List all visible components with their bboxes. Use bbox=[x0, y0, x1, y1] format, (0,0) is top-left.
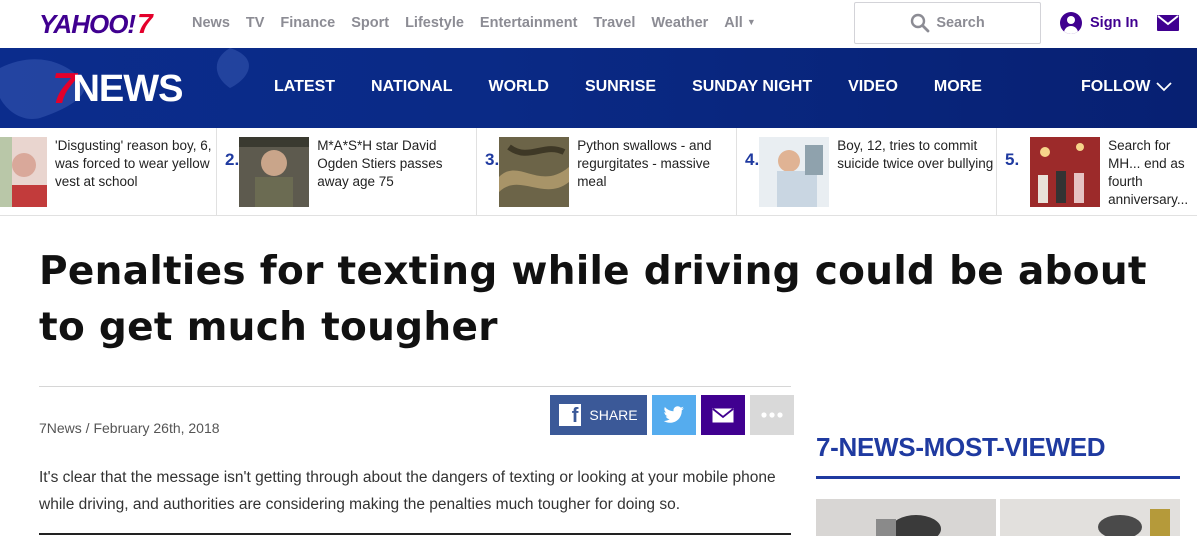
nav-sunday-night[interactable]: SUNDAY NIGHT bbox=[692, 78, 812, 96]
trending-rank: 3. bbox=[485, 150, 500, 169]
nav-latest[interactable]: LATEST bbox=[274, 78, 335, 96]
facebook-icon: f bbox=[559, 404, 582, 426]
trending-title: Boy, 12, tries to commit suicide twice o… bbox=[837, 138, 994, 171]
follow-menu[interactable]: FOLLOW bbox=[1081, 78, 1172, 96]
follow-label: FOLLOW bbox=[1081, 78, 1151, 95]
facebook-share-label: SHARE bbox=[589, 407, 638, 423]
divider bbox=[39, 386, 791, 387]
mail-icon bbox=[712, 407, 734, 422]
search-icon bbox=[911, 13, 930, 33]
yahoo-top-bar: YAHOO! 7 News TV Finance Sport Lifestyle… bbox=[0, 0, 1197, 48]
trending-title: M*A*S*H star David Ogden Stiers passes a… bbox=[317, 138, 443, 189]
trending-thumbnail bbox=[759, 137, 830, 207]
trending-rank: 4. bbox=[745, 150, 760, 169]
trending-title: Python swallows - and regurgitates - mas… bbox=[577, 138, 712, 189]
trending-thumbnail bbox=[1030, 137, 1101, 207]
yahoo-nav-lifestyle[interactable]: Lifestyle bbox=[405, 15, 464, 31]
more-share-button[interactable] bbox=[750, 395, 794, 435]
yahoo-logo-text: YAHOO! bbox=[39, 8, 136, 39]
yahoo-nav: News TV Finance Sport Lifestyle Entertai… bbox=[192, 15, 756, 31]
article-byline: 7News / February 26th, 2018 bbox=[39, 420, 220, 436]
trending-item[interactable]: 3. Python swallows - and regurgitates - … bbox=[477, 128, 737, 216]
nav-sunrise[interactable]: SUNRISE bbox=[585, 78, 656, 96]
sign-in-label: Sign In bbox=[1090, 15, 1139, 31]
nav-world[interactable]: WORLD bbox=[489, 78, 549, 96]
yahoo-nav-sport[interactable]: Sport bbox=[351, 15, 389, 31]
yahoo7-logo[interactable]: YAHOO! 7 bbox=[39, 8, 153, 39]
trending-rank: 2. bbox=[225, 150, 240, 169]
7news-logo[interactable]: 7 NEWS bbox=[52, 67, 183, 111]
search-label: Search bbox=[936, 15, 985, 31]
7news-nav: LATEST NATIONAL WORLD SUNRISE SUNDAY NIG… bbox=[274, 78, 982, 96]
yahoo-nav-news[interactable]: News bbox=[192, 15, 230, 31]
twitter-icon bbox=[663, 406, 684, 423]
search-button[interactable]: Search bbox=[854, 2, 1041, 44]
trending-item[interactable]: 'Disgusting' reason boy, 6, was forced t… bbox=[0, 128, 217, 216]
yahoo-nav-weather[interactable]: Weather bbox=[651, 15, 708, 31]
mail-icon[interactable] bbox=[1157, 15, 1179, 31]
nav-more[interactable]: MORE bbox=[934, 78, 982, 96]
most-viewed-title: 7-NEWS-MOST-VIEWED bbox=[816, 432, 1106, 462]
twitter-share-button[interactable] bbox=[652, 395, 696, 435]
yahoo-nav-all[interactable]: All ▼ bbox=[724, 15, 755, 31]
most-viewed-thumbnail[interactable] bbox=[816, 499, 996, 536]
trending-item[interactable]: 5. Search for MH... end as fourth annive… bbox=[997, 128, 1197, 216]
trending-thumbnail bbox=[0, 137, 47, 207]
trending-strip: 'Disgusting' reason boy, 6, was forced t… bbox=[0, 128, 1197, 216]
trending-title: 'Disgusting' reason boy, 6, was forced t… bbox=[55, 138, 212, 189]
nav-national[interactable]: NATIONAL bbox=[371, 78, 452, 96]
yahoo-logo-seven: 7 bbox=[137, 8, 153, 39]
sign-in-link[interactable]: Sign In bbox=[1060, 12, 1138, 34]
yahoo-nav-all-label: All bbox=[724, 15, 743, 31]
most-viewed-underline bbox=[816, 476, 1180, 479]
nav-video[interactable]: VIDEO bbox=[848, 78, 898, 96]
trending-thumbnail bbox=[239, 137, 310, 207]
trending-rank: 5. bbox=[1005, 150, 1020, 169]
trending-thumbnail bbox=[499, 137, 570, 207]
ellipsis-icon bbox=[761, 412, 783, 418]
caret-down-icon: ▼ bbox=[746, 17, 756, 27]
user-avatar-icon bbox=[1060, 12, 1082, 34]
trending-item[interactable]: 2. M*A*S*H star David Ogden Stiers passe… bbox=[217, 128, 477, 216]
yahoo-nav-entertainment[interactable]: Entertainment bbox=[480, 15, 578, 31]
yahoo-nav-finance[interactable]: Finance bbox=[280, 15, 335, 31]
yahoo-nav-travel[interactable]: Travel bbox=[593, 15, 635, 31]
trending-title: Search for MH... end as fourth anniversa… bbox=[1108, 138, 1189, 207]
chevron-down-icon bbox=[1156, 82, 1172, 92]
article-headline: Penalties for texting while driving coul… bbox=[39, 249, 1147, 350]
trending-item[interactable]: 4. Boy, 12, tries to commit suicide twic… bbox=[737, 128, 997, 216]
share-bar: f SHARE bbox=[550, 395, 794, 435]
facebook-share-button[interactable]: f SHARE bbox=[550, 395, 647, 435]
7news-header: 7 NEWS LATEST NATIONAL WORLD SUNRISE SUN… bbox=[0, 48, 1197, 128]
email-share-button[interactable] bbox=[701, 395, 745, 435]
most-viewed-thumbnail[interactable] bbox=[1000, 499, 1180, 536]
divider bbox=[39, 533, 791, 535]
yahoo-nav-tv[interactable]: TV bbox=[246, 15, 265, 31]
article-lede: It's clear that the message isn't gettin… bbox=[39, 469, 776, 513]
7news-logo-text: NEWS bbox=[72, 68, 183, 110]
